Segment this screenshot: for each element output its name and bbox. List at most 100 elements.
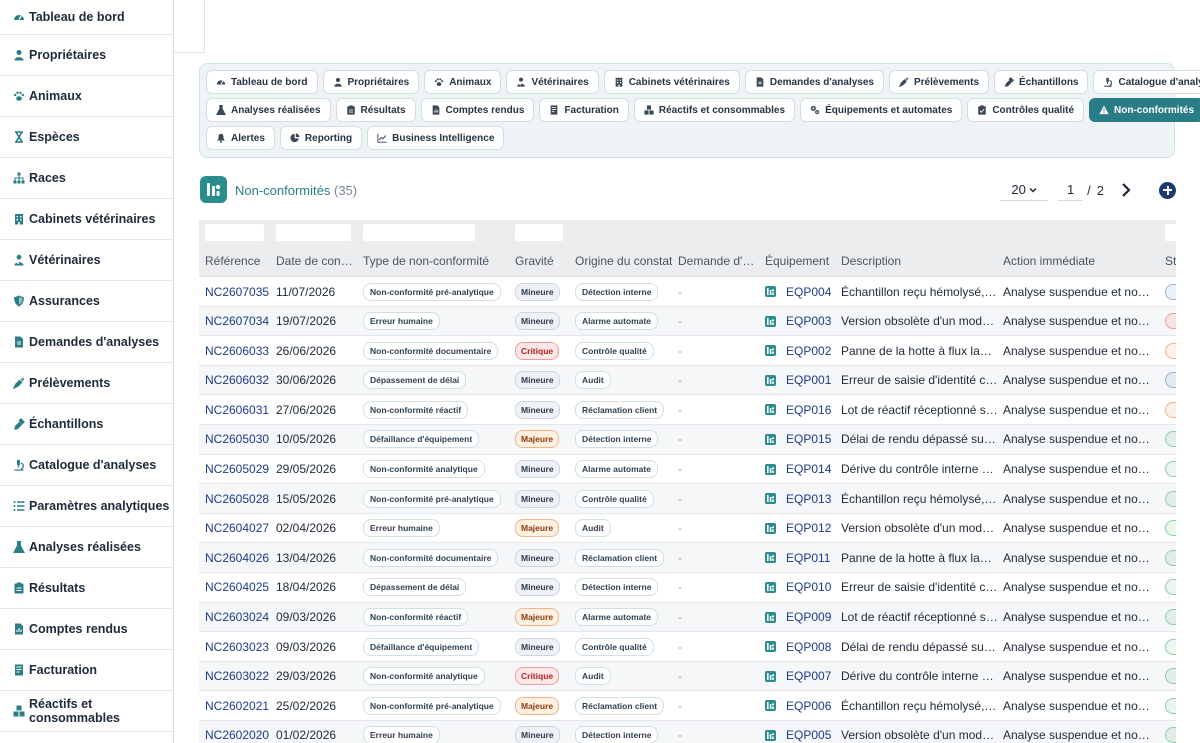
reference-link[interactable]: NC2606033 <box>205 344 269 358</box>
nav-tab-controles-qualite[interactable]: Contrôles qualité <box>967 98 1085 122</box>
sidebar-item-proprietaires[interactable]: Propriétaires <box>0 35 173 76</box>
sidebar-item-assurances[interactable]: Assurances <box>0 281 173 322</box>
nav-tab-prelevements[interactable]: Prélèvements <box>888 70 990 94</box>
nav-tab-veterinaires[interactable]: Vétérinaires <box>506 70 599 94</box>
nav-tab-non-conformites[interactable]: Non-conformités <box>1089 98 1200 122</box>
table-row[interactable]: NC2602020 01/02/2026 Erreur humaine Mineure… <box>199 720 1176 743</box>
reference-link[interactable]: NC2603024 <box>205 610 269 624</box>
equipement-link[interactable]: EQP007 <box>786 669 831 683</box>
table-row[interactable]: NC2605028 15/05/2026 Non-conformité pré-an… <box>199 484 1176 514</box>
filter-reference[interactable] <box>205 224 264 241</box>
nav-tab-catalogue-d-analyses[interactable]: Catalogue d'analyses <box>1093 70 1200 94</box>
nav-tab-analyses-realisees[interactable]: Analyses réalisées <box>206 98 331 122</box>
equipement-link[interactable]: EQP001 <box>786 373 831 387</box>
sidebar-item-analyses-realisees[interactable]: Analyses réalisées <box>0 527 173 568</box>
reference-link[interactable]: NC2604025 <box>205 580 269 594</box>
column-header[interactable]: Origine du constat <box>575 254 672 268</box>
sidebar-item-demandes-d-analyses[interactable]: Demandes d'analyses <box>0 322 173 363</box>
table-row[interactable]: NC2603024 09/03/2026 Non-conformité réacti… <box>199 602 1176 633</box>
column-header[interactable]: Référence <box>205 254 260 268</box>
equipement-link[interactable]: EQP013 <box>786 492 831 506</box>
reference-link[interactable]: NC2604027 <box>205 521 269 535</box>
nav-tab-tableau-de-bord[interactable]: Tableau de bord <box>206 70 318 94</box>
sidebar-item-comptes-rendus[interactable]: Comptes rendus <box>0 609 173 650</box>
sidebar-item-resultats[interactable]: Résultats <box>0 568 173 609</box>
reference-link[interactable]: NC2602020 <box>205 728 269 742</box>
table-row[interactable]: NC2603022 29/03/2026 Non-conformité analyt… <box>199 661 1176 692</box>
nav-tab-facturation[interactable]: Facturation <box>539 98 629 122</box>
sidebar-item-prelevements[interactable]: Prélèvements <box>0 363 173 404</box>
current-page-input[interactable]: 1 <box>1058 179 1084 201</box>
table-row[interactable]: NC2603023 09/03/2026 Défaillance d'équipem… <box>199 632 1176 662</box>
equipement-link[interactable]: EQP002 <box>786 344 831 358</box>
page-size-select[interactable]: 20 <box>1000 179 1049 201</box>
sidebar-item-animaux[interactable]: Animaux <box>0 76 173 117</box>
sidebar-item-veterinaires[interactable]: Vétérinaires <box>0 240 173 281</box>
table-row[interactable]: NC2607034 19/07/2026 Erreur humaine Mineure… <box>199 306 1176 337</box>
filter-gravite[interactable] <box>515 224 563 241</box>
table-row[interactable]: NC2604025 18/04/2026 Dépassement de délai M… <box>199 573 1176 603</box>
next-page-button[interactable] <box>1118 182 1134 198</box>
sidebar-item-tableau-de-bord[interactable]: Tableau de bord <box>0 0 173 35</box>
equipement-link[interactable]: EQP009 <box>786 610 831 624</box>
equipement-link[interactable]: EQP012 <box>786 521 831 535</box>
sidebar-item-especes[interactable]: Espèces <box>0 117 173 158</box>
sidebar-item-facturation[interactable]: Facturation <box>0 650 173 691</box>
reference-link[interactable]: NC2603022 <box>205 669 269 683</box>
filter-statut[interactable] <box>1165 224 1176 241</box>
column-header[interactable]: Demande d'… <box>678 254 754 268</box>
filter-type[interactable] <box>363 224 475 241</box>
sidebar-item-echantillons[interactable]: Échantillons <box>0 404 173 445</box>
reference-link[interactable]: NC2605028 <box>205 492 269 506</box>
sidebar-item-parametres-analytiques[interactable]: Paramètres analytiques <box>0 486 173 527</box>
column-header[interactable]: Équipement <box>765 254 829 268</box>
nav-tab-reactifs-et-consommables[interactable]: Réactifs et consommables <box>633 98 796 122</box>
filter-date[interactable] <box>276 224 351 241</box>
nav-tab-comptes-rendus[interactable]: Comptes rendus <box>420 98 535 122</box>
column-header[interactable]: Gravité <box>515 254 554 268</box>
column-header[interactable]: Action immédiate <box>1003 254 1095 268</box>
reference-link[interactable]: NC2605030 <box>205 432 269 446</box>
table-row[interactable]: NC2604027 02/04/2026 Erreur humaine Majeure… <box>199 514 1176 544</box>
sidebar-item-reactifs-et-consommables[interactable]: Réactifs et consommables <box>0 691 173 732</box>
sidebar-item-cabinets-veterinaires[interactable]: Cabinets vétérinaires <box>0 199 173 240</box>
nav-tab-resultats[interactable]: Résultats <box>335 98 416 122</box>
equipement-link[interactable]: EQP014 <box>786 462 831 476</box>
add-button[interactable] <box>1159 181 1176 199</box>
equipement-link[interactable]: EQP005 <box>786 728 831 742</box>
reference-link[interactable]: NC2602021 <box>205 699 269 713</box>
equipement-link[interactable]: EQP010 <box>786 580 831 594</box>
nav-tab-cabinets-veterinaires[interactable]: Cabinets vétérinaires <box>603 70 740 94</box>
table-row[interactable]: NC2604026 13/04/2026 Non-conformité docume… <box>199 543 1176 573</box>
equipement-link[interactable]: EQP003 <box>786 314 831 328</box>
equipement-link[interactable]: EQP016 <box>786 403 831 417</box>
column-header[interactable]: Date de con… <box>276 254 353 268</box>
sidebar-item-races[interactable]: Races <box>0 158 173 199</box>
reference-link[interactable]: NC2606032 <box>205 373 269 387</box>
reference-link[interactable]: NC2606031 <box>205 403 269 417</box>
reference-link[interactable]: NC2607035 <box>205 285 269 299</box>
nav-tab-demandes-d-analyses[interactable]: Demandes d'analyses <box>744 70 884 94</box>
nav-tab-reporting[interactable]: Reporting <box>279 126 363 150</box>
equipement-link[interactable]: EQP015 <box>786 432 831 446</box>
table-row[interactable]: NC2607035 11/07/2026 Non-conformité pré-an… <box>199 277 1176 307</box>
table-row[interactable]: NC2605029 29/05/2026 Non-conformité analyt… <box>199 455 1176 485</box>
nav-tab-animaux[interactable]: Animaux <box>424 70 502 94</box>
equipement-link[interactable]: EQP004 <box>786 285 831 299</box>
reference-link[interactable]: NC2605029 <box>205 462 269 476</box>
nav-tab-business-intelligence[interactable]: Business Intelligence <box>367 126 505 150</box>
equipement-link[interactable]: EQP011 <box>786 551 830 565</box>
table-row[interactable]: NC2602021 25/02/2026 Non-conformité pré-an… <box>199 691 1176 721</box>
nav-tab-proprietaires[interactable]: Propriétaires <box>322 70 420 94</box>
table-row[interactable]: NC2605030 10/05/2026 Défaillance d'équipem… <box>199 424 1176 455</box>
sidebar-item-catalogue-d-analyses[interactable]: Catalogue d'analyses <box>0 445 173 486</box>
nav-tab-echantillons[interactable]: Échantillons <box>994 70 1089 94</box>
table-row[interactable]: NC2606031 27/06/2026 Non-conformité réacti… <box>199 395 1176 425</box>
nav-tab-alertes[interactable]: Alertes <box>206 126 275 150</box>
column-header[interactable]: Type de non-conformité <box>363 254 489 268</box>
table-row[interactable]: NC2606032 30/06/2026 Dépassement de délai M… <box>199 365 1176 396</box>
column-header[interactable]: Description <box>841 254 901 268</box>
table-row[interactable]: NC2606033 26/06/2026 Non-conformité docume… <box>199 336 1176 366</box>
column-header[interactable]: St <box>1165 254 1176 268</box>
reference-link[interactable]: NC2603023 <box>205 640 269 654</box>
